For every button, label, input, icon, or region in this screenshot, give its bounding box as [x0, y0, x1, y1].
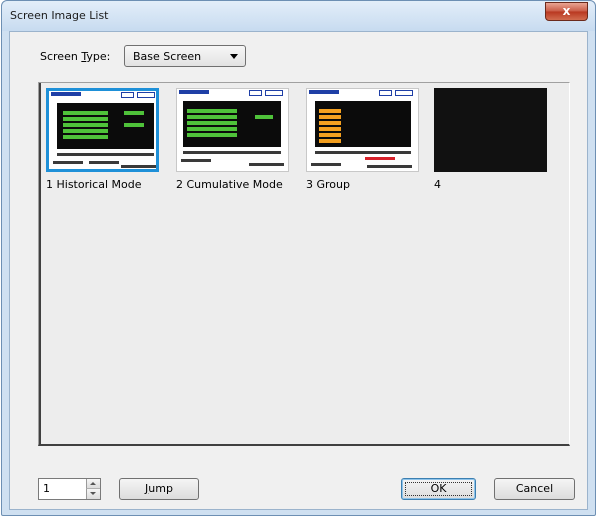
spin-up-icon[interactable] — [86, 479, 100, 489]
screen-thumbnail — [46, 88, 159, 172]
dialog-body: Screen Type: Base Screen 1 Historical Mo… — [9, 31, 588, 510]
screen-type-value: Base Screen — [133, 50, 202, 63]
spin-down-icon[interactable] — [86, 489, 100, 499]
screen-thumbnail — [176, 88, 289, 172]
screen-thumbnail — [306, 88, 419, 172]
screen-caption: 2 Cumulative Mode — [176, 178, 283, 191]
screen-type-select[interactable]: Base Screen — [124, 45, 246, 67]
jump-button[interactable]: Jump — [119, 478, 199, 500]
screen-thumbnail — [434, 88, 547, 172]
page-number-stepper[interactable]: 1 — [38, 478, 101, 500]
close-button[interactable]: x — [545, 2, 588, 21]
screen-caption: 4 — [434, 178, 441, 191]
screen-item-2[interactable]: 2 Cumulative Mode — [176, 88, 294, 191]
screen-item-1[interactable]: 1 Historical Mode — [46, 88, 164, 191]
dialog-title: Screen Image List — [10, 9, 109, 22]
screen-thumbnail-list[interactable]: 1 Historical Mode 2 Cumulative Mode 3 Gr… — [38, 82, 570, 446]
screen-type-label: Screen Type: — [40, 50, 111, 63]
screen-caption: 3 Group — [306, 178, 350, 191]
screen-item-4[interactable]: 4 — [434, 88, 552, 191]
chevron-down-icon — [230, 54, 238, 59]
screen-caption: 1 Historical Mode — [46, 178, 142, 191]
close-icon: x — [562, 4, 571, 18]
page-number-value: 1 — [43, 482, 50, 495]
screen-item-3[interactable]: 3 Group — [306, 88, 424, 191]
title-bar: Screen Image List x — [2, 1, 595, 31]
screen-image-list-dialog: Screen Image List x Screen Type: Base Sc… — [1, 0, 596, 516]
ok-button[interactable]: OK — [401, 478, 476, 500]
cancel-button[interactable]: Cancel — [494, 478, 575, 500]
